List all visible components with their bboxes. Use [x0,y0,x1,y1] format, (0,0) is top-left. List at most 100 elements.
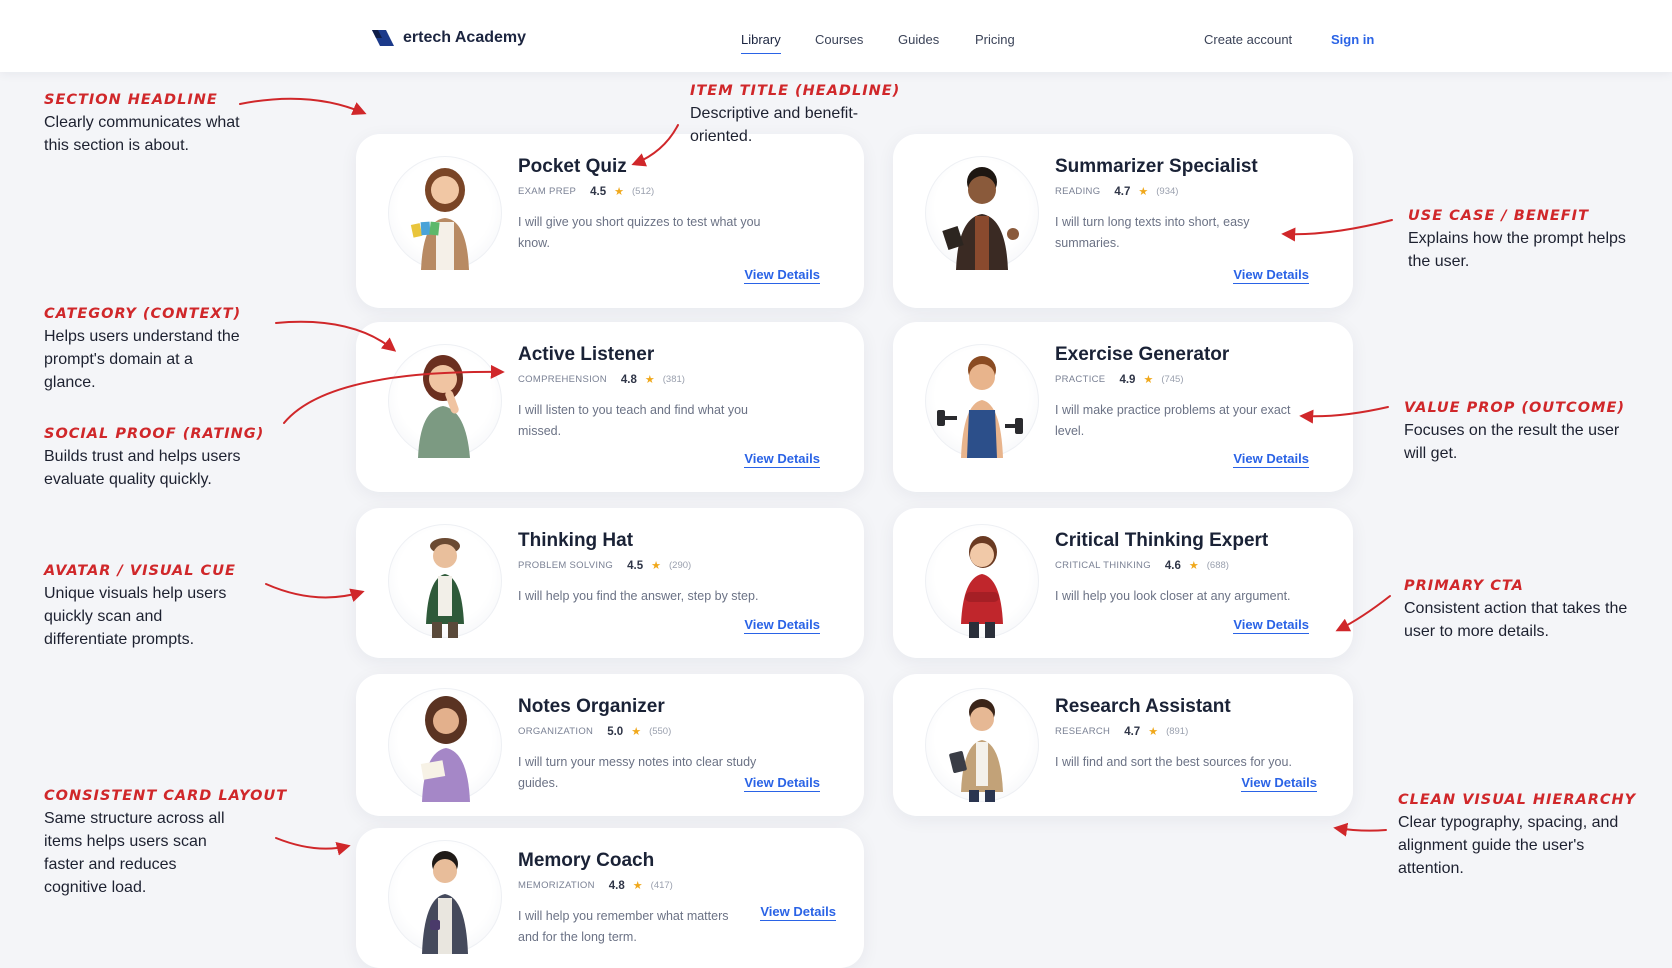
brand-mark-icon [372,30,394,46]
view-details-button[interactable]: View Details [744,267,820,284]
card-title: Memory Coach [518,850,655,871]
annotation-heading: USE CASE / BENEFIT [1408,208,1589,224]
card-category: ORGANIZATION [518,726,594,737]
annotation-body: Consistent action that takes the user to… [1404,600,1628,640]
star-icon: ★ [614,186,625,198]
man-with-book-avatar [925,156,1039,270]
annotation-body: Explains how the prompt helps the user. [1408,230,1626,270]
card-category: RESEARCH [1055,726,1111,737]
annotation-heading: SOCIAL PROOF (RATING) [44,426,265,442]
star-icon: ★ [1143,374,1154,386]
annotation-heading: ITEM TITLE (HEADLINE) [690,83,901,99]
view-details-button[interactable]: View Details [744,617,820,634]
card-rating: 4.6 [1164,559,1181,572]
annotation-body: Clear typography, spacing, and alignment… [1398,814,1619,877]
view-details-button[interactable]: View Details [760,904,836,921]
card-title: Notes Organizer [518,696,665,717]
view-details-button[interactable]: View Details [1241,775,1317,792]
prompt-card[interactable]: Notes Organizer ORGANIZATION 5.0 ★ (550)… [356,674,864,816]
star-icon: ★ [651,560,662,572]
card-title: Pocket Quiz [518,156,627,177]
woman-arms-crossed-avatar [925,524,1039,638]
view-details-button[interactable]: View Details [744,775,820,792]
nav-link-courses[interactable]: Courses [815,32,863,47]
annotation-card-layout: CONSISTENT CARD LAYOUT Same structure ac… [44,788,288,899]
woman-with-notebook-avatar [388,688,502,802]
annotation-heading: AVATAR / VISUAL CUE [44,563,236,579]
annotation-body: Clearly communicates what this section i… [44,114,240,154]
annotation-body: Focuses on the result the user will get. [1404,422,1620,462]
annotation-heading: CONSISTENT CARD LAYOUT [44,788,288,804]
card-rating: 4.7 [1114,185,1131,198]
brand-name: ertech Academy [403,29,527,46]
annotation-heading: CATEGORY (CONTEXT) [44,306,242,322]
card-description: I will help you remember what matters an… [518,909,729,944]
nav-link-library[interactable]: Library [741,32,781,54]
card-title: Summarizer Specialist [1055,156,1258,177]
man-with-tablet-avatar [925,688,1039,802]
card-review-count: (417) [650,880,673,891]
nav-link-pricing[interactable]: Pricing [975,32,1015,47]
card-title: Exercise Generator [1055,344,1230,365]
card-description: I will turn long texts into short, easy … [1055,215,1250,250]
woman-thinking-avatar [388,344,502,458]
man-with-dumbbells-avatar [925,344,1039,458]
card-meta: MEMORIZATION 4.8 ★ (417) [518,879,673,893]
card-rating: 4.5 [590,185,607,198]
card-category: PRACTICE [1055,374,1106,385]
arrow-card-layout [275,837,351,856]
card-rating: 4.8 [608,879,625,892]
view-details-button[interactable]: View Details [1233,267,1309,284]
annotation-heading: CLEAN VISUAL HIERARCHY [1398,792,1637,808]
card-category: COMPREHENSION [518,374,607,385]
prompt-card[interactable]: Summarizer Specialist READING 4.7 ★ (934… [893,134,1353,308]
card-meta: CRITICAL THINKING 4.6 ★ (688) [1055,559,1229,573]
star-icon: ★ [632,880,643,892]
prompt-card[interactable]: Thinking Hat PROBLEM SOLVING 4.5 ★ (290)… [356,508,864,658]
card-review-count: (290) [669,560,692,571]
card-category: MEMORIZATION [518,880,595,891]
card-description: I will turn your messy notes into clear … [518,755,757,790]
card-category: EXAM PREP [518,186,577,197]
annotation-heading: SECTION HEADLINE [44,92,218,108]
annotation-category: CATEGORY (CONTEXT) Helps users understan… [44,306,244,394]
sign-in-link[interactable]: Sign in [1331,32,1374,47]
card-review-count: (550) [649,726,672,737]
prompt-card[interactable]: Active Listener COMPREHENSION 4.8 ★ (381… [356,322,864,492]
card-rating: 4.5 [627,559,644,572]
nav-link-guides[interactable]: Guides [898,32,939,47]
man-in-hoodie-avatar [388,840,502,954]
card-review-count: (745) [1161,374,1184,385]
card-title: Critical Thinking Expert [1055,530,1269,551]
prompt-card[interactable]: Exercise Generator PRACTICE 4.9 ★ (745) … [893,322,1353,492]
card-title: Research Assistant [1055,696,1231,717]
create-account-link[interactable]: Create account [1204,32,1292,47]
annotation-social-proof: SOCIAL PROOF (RATING) Builds trust and h… [44,426,265,491]
brand-logo[interactable]: ertech Academy [372,29,526,47]
annotation-primary-cta: PRIMARY CTA Consistent action that takes… [1404,578,1634,643]
view-details-button[interactable]: View Details [1233,451,1309,468]
star-icon: ★ [1138,186,1149,198]
view-details-button[interactable]: View Details [744,451,820,468]
card-rating: 4.7 [1124,725,1141,738]
view-details-button[interactable]: View Details [1233,617,1309,634]
card-description: I will find and sort the best sources fo… [1055,755,1292,769]
annotation-avatar: AVATAR / VISUAL CUE Unique visuals help … [44,563,244,651]
card-meta: RESEARCH 4.7 ★ (891) [1055,725,1188,739]
prompt-card[interactable]: Critical Thinking Expert CRITICAL THINKI… [893,508,1353,658]
card-description: I will help you find the answer, step by… [518,589,759,603]
annotation-section-headline: SECTION HEADLINE Clearly communicates wh… [44,92,244,157]
card-description: I will make practice problems at your ex… [1055,403,1291,438]
card-description: I will listen to you teach and find what… [518,403,748,438]
annotation-heading: PRIMARY CTA [1404,578,1524,594]
prompt-card[interactable]: Research Assistant RESEARCH 4.7 ★ (891) … [893,674,1353,816]
prompt-card[interactable]: Pocket Quiz EXAM PREP 4.5 ★ (512) I will… [356,134,864,308]
prompt-card[interactable]: Memory Coach MEMORIZATION 4.8 ★ (417) I … [356,828,864,968]
annotation-visual-hierarchy: CLEAN VISUAL HIERARCHY Clear typography,… [1398,792,1638,880]
card-category: READING [1055,186,1101,197]
annotation-item-title: ITEM TITLE (HEADLINE) Descriptive and be… [690,83,901,148]
card-meta: EXAM PREP 4.5 ★ (512) [518,185,655,199]
arrow-avatar [265,583,365,602]
card-review-count: (512) [632,186,655,197]
card-rating: 4.8 [620,373,637,386]
